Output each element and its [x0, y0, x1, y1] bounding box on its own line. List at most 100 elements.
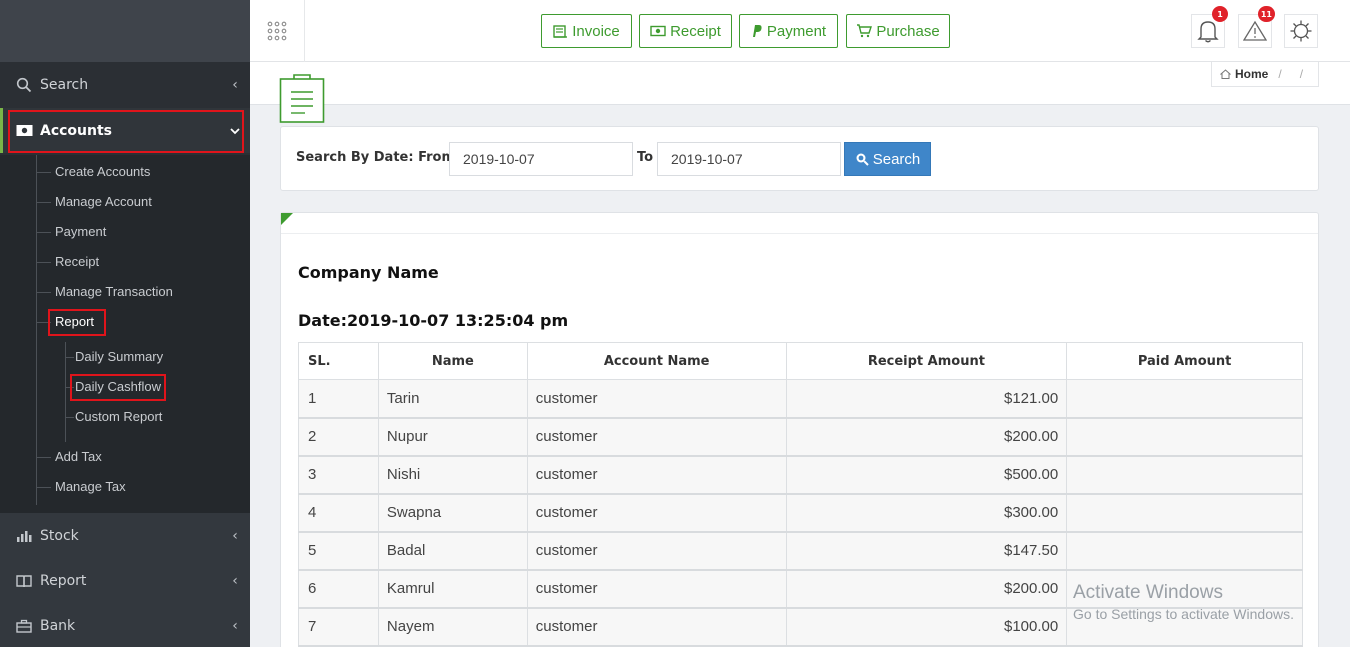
cell-account-name: customer: [526, 607, 787, 647]
cell-sl: 5: [298, 531, 379, 571]
sidebar-item-report[interactable]: Report ‹: [0, 558, 250, 603]
settings-button[interactable]: [1284, 14, 1318, 48]
money-icon: [650, 25, 666, 37]
breadcrumb-home[interactable]: Home: [1235, 67, 1268, 81]
sidebar-item-stock[interactable]: Stock ‹: [0, 513, 250, 558]
receipt-label: Receipt: [670, 22, 721, 40]
search-card: Search By Date: From To Search: [280, 126, 1319, 191]
invoice-label: Invoice: [572, 22, 620, 40]
payment-label: Payment: [766, 22, 827, 40]
bell-icon: [1197, 21, 1219, 43]
cell-receipt-amount: $121.00: [785, 379, 1068, 419]
book-icon: [14, 574, 34, 588]
cell-receipt-amount: $500.00: [785, 455, 1068, 495]
cell-name: Kamrul: [377, 569, 528, 609]
cell-paid-amount: [1066, 531, 1303, 571]
submenu-receipt[interactable]: Receipt: [37, 254, 100, 269]
date-from-input[interactable]: [449, 142, 633, 176]
invoice-button[interactable]: Invoice: [541, 14, 632, 48]
submenu-manage-transaction[interactable]: Manage Transaction: [37, 284, 173, 299]
apps-grid-icon: [267, 21, 287, 41]
cell-account-name: customer: [526, 417, 787, 457]
submenu-daily-cashflow[interactable]: Daily Cashflow: [66, 379, 161, 394]
submenu-custom-report[interactable]: Custom Report: [66, 409, 162, 424]
tree-line: [36, 155, 37, 505]
cell-sl: 3: [298, 455, 379, 495]
submenu-label: Create Accounts: [55, 164, 151, 179]
alerts-button[interactable]: 11: [1238, 6, 1275, 48]
submenu-report[interactable]: Report: [37, 314, 94, 329]
paypal-icon: [752, 25, 762, 37]
cell-receipt-amount: $200.00: [785, 417, 1068, 457]
accounts-submenu: Create Accounts Manage Account Payment R…: [0, 155, 250, 513]
payment-button[interactable]: Payment: [739, 14, 838, 48]
date-to-input[interactable]: [657, 142, 841, 176]
cell-account-name: customer: [526, 493, 787, 533]
gear-icon: [1290, 20, 1312, 42]
notifications-button[interactable]: 1: [1191, 6, 1228, 48]
top-bar: Invoice Receipt Payment Purchase 1 11: [250, 0, 1350, 62]
cart-icon: [857, 24, 873, 38]
submenu-label: Daily Cashflow: [75, 379, 161, 394]
sidebar-item-bank[interactable]: Bank ‹: [0, 603, 250, 647]
sidebar-item-search[interactable]: Search ‹: [0, 62, 250, 107]
corner-marker: [281, 213, 293, 225]
submenu-daily-summary[interactable]: Daily Summary: [66, 349, 163, 364]
alerts-count-badge: 11: [1257, 6, 1275, 22]
submenu-manage-tax[interactable]: Manage Tax: [37, 479, 126, 494]
table-row: 3 Nishi customer $500.00: [298, 455, 1303, 495]
cell-name: Nupur: [377, 417, 528, 457]
header-name: Name: [377, 342, 528, 380]
clipboard-icon: [279, 72, 325, 128]
money-icon: [14, 124, 34, 137]
divider: [281, 233, 1318, 234]
cell-sl: 6: [298, 569, 379, 609]
sidebar: Search ‹ Accounts Create Accounts Manage…: [0, 0, 250, 647]
submenu-label: Add Tax: [55, 449, 102, 464]
breadcrumb: Home / /: [1211, 62, 1319, 87]
submenu-label: Receipt: [55, 254, 100, 269]
table-row: 4 Swapna customer $300.00: [298, 493, 1303, 533]
report-date: Date:2019-10-07 13:25:04 pm: [298, 311, 569, 330]
sidebar-brand: [0, 0, 250, 62]
notifications-count-badge: 1: [1212, 6, 1228, 22]
sidebar-item-label: Stock: [40, 527, 79, 544]
sidebar-item-label: Accounts: [40, 122, 113, 139]
breadcrumb-separator: /: [1299, 67, 1304, 81]
watermark-subtitle: Go to Settings to activate Windows.: [1073, 606, 1294, 622]
table-row: 1 Tarin customer $121.00: [298, 379, 1303, 419]
purchase-button[interactable]: Purchase: [846, 14, 950, 48]
cell-receipt-amount: $300.00: [785, 493, 1068, 533]
search-button[interactable]: Search: [844, 142, 931, 176]
cell-sl: 4: [298, 493, 379, 533]
sidebar-item-accounts[interactable]: Accounts: [0, 108, 250, 153]
apps-grid-button[interactable]: [250, 0, 305, 62]
submenu-manage-account[interactable]: Manage Account: [37, 194, 152, 209]
sidebar-item-label: Search: [40, 76, 89, 93]
cell-paid-amount: [1066, 455, 1303, 495]
submenu-label: Manage Account: [55, 194, 152, 209]
submenu-payment[interactable]: Payment: [37, 224, 106, 239]
submenu-create-accounts[interactable]: Create Accounts: [37, 164, 151, 179]
header-account-name: Account Name: [526, 342, 787, 380]
warning-icon: [1243, 20, 1267, 41]
cell-account-name: customer: [526, 531, 787, 571]
chevron-left-icon: ‹: [232, 572, 238, 589]
submenu-label: Manage Tax: [55, 479, 126, 494]
search-button-label: Search: [872, 150, 921, 168]
header-receipt-amount: Receipt Amount: [785, 342, 1068, 380]
company-name: Company Name: [298, 263, 439, 282]
chevron-down-icon: [220, 123, 250, 139]
cell-paid-amount: [1066, 493, 1303, 533]
cell-receipt-amount: $200.00: [785, 569, 1068, 609]
cell-receipt-amount: $147.50: [785, 531, 1068, 571]
receipt-button[interactable]: Receipt: [639, 14, 732, 48]
submenu-add-tax[interactable]: Add Tax: [37, 449, 102, 464]
chevron-left-icon: ‹: [232, 76, 238, 93]
bar-chart-icon: [14, 529, 34, 543]
chevron-left-icon: ‹: [232, 617, 238, 634]
breadcrumb-separator: /: [1278, 67, 1282, 81]
submenu-label: Manage Transaction: [55, 284, 173, 299]
header-sl: SL.: [298, 342, 379, 380]
briefcase-icon: [14, 619, 34, 633]
